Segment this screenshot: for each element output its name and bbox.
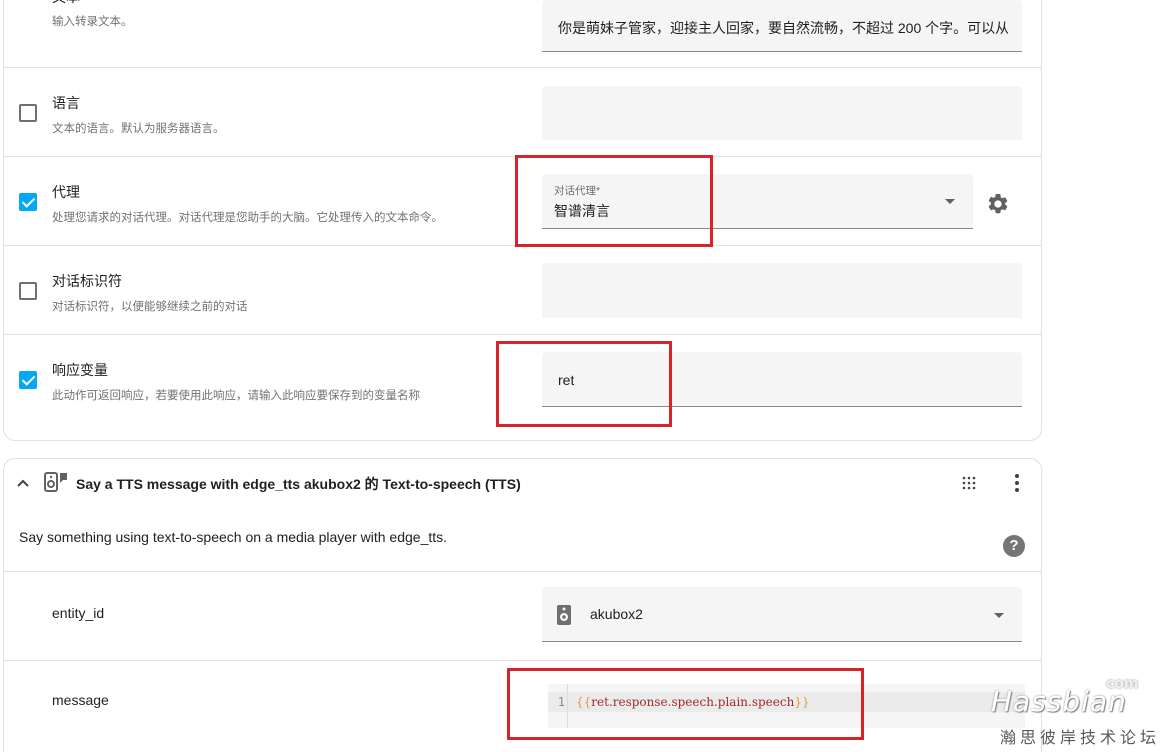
- agent-select[interactable]: 对话代理* 智谱清言: [542, 174, 973, 229]
- watermark-subtitle: 瀚思彼岸技术论坛: [1000, 728, 1161, 747]
- conversation-id-input[interactable]: [542, 263, 1022, 318]
- response-variable-description: 此动作可返回响应，若要使用此响应，请输入此响应要保存到的变量名称: [52, 390, 420, 402]
- language-label: 语言: [52, 95, 80, 111]
- agent-label: 代理: [52, 184, 80, 200]
- chevron-down-icon: [945, 199, 955, 204]
- response-variable-input[interactable]: ret: [542, 352, 1022, 407]
- line-number: 1: [557, 695, 565, 709]
- dots-vertical-icon[interactable]: [1010, 473, 1024, 493]
- help-circle-icon[interactable]: ?: [1003, 535, 1025, 557]
- speaker-icon: [557, 605, 571, 625]
- conversation-id-checkbox[interactable]: [19, 282, 37, 300]
- message-template-code: {{ret.response.speech.plain.speech}}: [576, 695, 810, 709]
- agent-checkbox[interactable]: [19, 193, 37, 211]
- text-label: 文本: [52, 0, 80, 7]
- watermark-com: com: [1106, 676, 1139, 692]
- language-input[interactable]: [542, 86, 1022, 140]
- chevron-up-icon[interactable]: [15, 475, 31, 491]
- language-checkbox[interactable]: [19, 104, 37, 122]
- text-input[interactable]: 你是萌妹子管家，迎接主人回家，要自然流畅，不超过 200 个字。可以从: [542, 0, 1022, 52]
- hassbian-watermark-logo: Hassbian com 瀚思彼岸技术论坛: [988, 676, 1156, 747]
- conversation-id-label: 对话标识符: [52, 273, 122, 289]
- speaker-icon: [44, 472, 67, 492]
- message-label: message: [52, 692, 109, 708]
- text-description: 输入转录文本。: [52, 16, 133, 28]
- text-input-value: 你是萌妹子管家，迎接主人回家，要自然流畅，不超过 200 个字。可以从: [558, 20, 1008, 36]
- response-variable-label: 响应变量: [52, 362, 108, 378]
- entity-id-select[interactable]: akubox2: [542, 587, 1022, 642]
- template-close-brace: }}: [794, 695, 810, 709]
- response-variable-checkbox[interactable]: [19, 371, 37, 389]
- agent-select-value: 智谱清言: [554, 203, 610, 219]
- message-code-editor[interactable]: 1 {{ret.response.speech.plain.speech}}: [548, 684, 1025, 728]
- gear-icon[interactable]: [986, 192, 1010, 216]
- chevron-down-icon: [994, 613, 1004, 618]
- tts-action-title: Say a TTS message with edge_tts akubox2 …: [76, 476, 521, 492]
- language-description: 文本的语言。默认为服务器语言。: [52, 123, 225, 135]
- drag-handle-icon[interactable]: [962, 476, 976, 490]
- agent-description: 处理您请求的对话代理。对话代理是您助手的大脑。它处理传入的文本命令。: [52, 212, 443, 224]
- response-variable-value: ret: [558, 372, 575, 388]
- template-open-brace: {{: [576, 695, 592, 709]
- entity-id-value: akubox2: [590, 606, 643, 622]
- entity-id-label: entity_id: [52, 605, 105, 621]
- tts-action-description: Say something using text-to-speech on a …: [19, 529, 448, 545]
- template-expression: ret.response.speech.plain.speech: [591, 695, 795, 709]
- agent-select-label: 对话代理*: [554, 185, 601, 197]
- conversation-id-description: 对话标识符，以便能够继续之前的对话: [52, 301, 248, 313]
